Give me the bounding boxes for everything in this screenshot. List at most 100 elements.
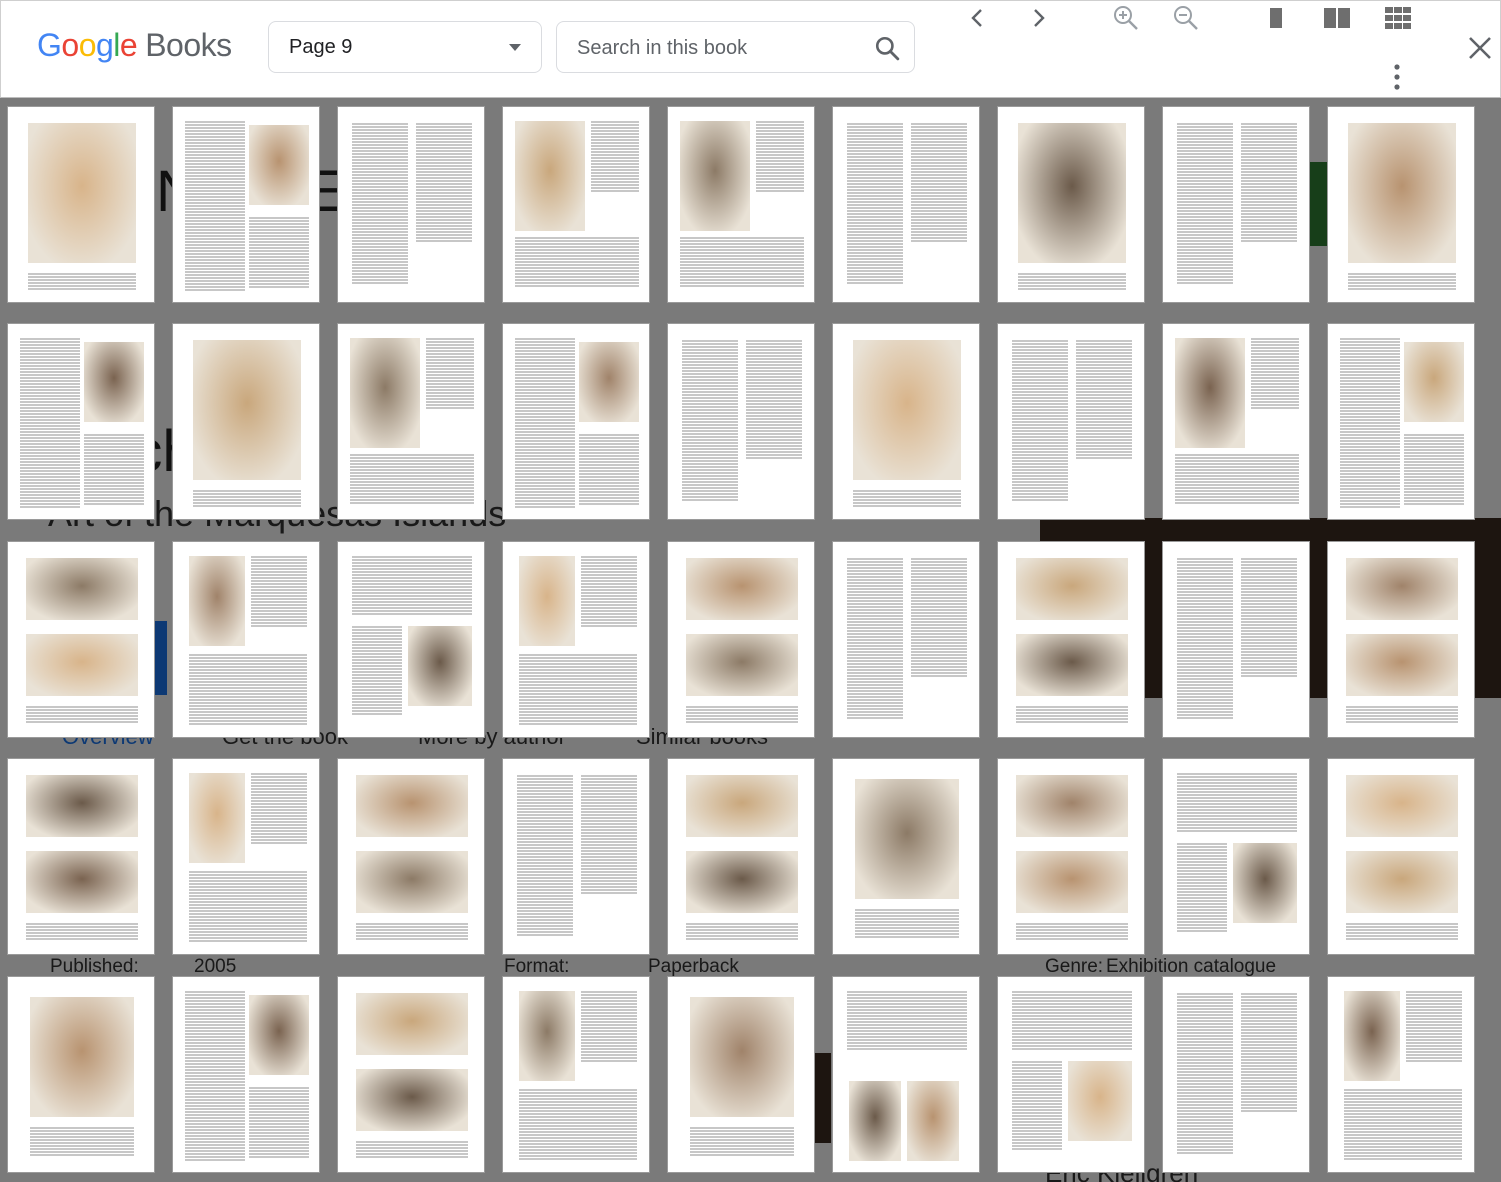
text-line <box>1076 361 1132 363</box>
page-thumbnail[interactable] <box>502 541 650 738</box>
page-thumbnail[interactable] <box>172 758 320 955</box>
page-thumbnail[interactable] <box>337 976 485 1173</box>
text-line <box>746 418 802 420</box>
text-line <box>185 184 245 186</box>
google-books-logo[interactable]: Google Books <box>37 27 232 64</box>
text-line <box>249 1108 309 1110</box>
page-thumbnail[interactable] <box>832 323 980 520</box>
single-page-view-button[interactable] <box>1261 3 1291 33</box>
page-thumbnail[interactable] <box>1162 541 1310 738</box>
page-thumbnail[interactable] <box>337 323 485 520</box>
page-thumbnail[interactable] <box>832 976 980 1173</box>
text-line <box>251 556 307 558</box>
text-line <box>185 1027 245 1029</box>
page-image <box>356 1069 468 1131</box>
text-line <box>1175 490 1299 492</box>
text-line <box>189 705 307 707</box>
page-thumbnail[interactable] <box>7 758 155 955</box>
page-thumbnail[interactable] <box>1327 976 1475 1173</box>
close-icon[interactable] <box>1465 33 1495 63</box>
text-line <box>1012 1021 1132 1023</box>
text-line <box>352 255 408 257</box>
text-line <box>1177 228 1233 230</box>
page-thumbnail[interactable] <box>667 976 815 1173</box>
text-line <box>416 192 472 194</box>
page-thumbnail[interactable] <box>667 106 815 303</box>
page-thumbnail[interactable] <box>667 323 815 520</box>
text-line <box>1340 485 1400 487</box>
text-line <box>1251 395 1299 397</box>
page-thumbnail[interactable] <box>502 758 650 955</box>
text-line <box>1177 864 1227 866</box>
text-line <box>847 168 903 170</box>
text-line <box>1177 830 1297 832</box>
next-page-button[interactable] <box>1023 3 1053 33</box>
text-line <box>1404 482 1464 484</box>
page-thumbnail[interactable] <box>172 976 320 1173</box>
text-line <box>515 240 639 242</box>
text-line <box>251 794 307 796</box>
text-line <box>746 427 802 429</box>
text-line <box>847 663 903 665</box>
text-line <box>682 484 738 486</box>
page-thumbnail[interactable] <box>997 541 1145 738</box>
text-line <box>517 901 573 903</box>
text-line <box>1346 929 1458 931</box>
page-thumbnail[interactable] <box>1327 323 1475 520</box>
page-thumbnail[interactable] <box>502 323 650 520</box>
page-thumbnail[interactable] <box>337 541 485 738</box>
text-line <box>251 791 307 793</box>
page-thumbnail[interactable] <box>172 323 320 520</box>
text-line <box>515 386 575 388</box>
page-thumbnail[interactable] <box>667 758 815 955</box>
text-line <box>1012 499 1068 501</box>
zoom-out-button[interactable] <box>1171 3 1201 33</box>
two-page-view-button[interactable] <box>1322 3 1352 33</box>
page-selector-dropdown[interactable]: Page 9 <box>268 21 542 73</box>
page-thumbnail[interactable] <box>1327 541 1475 738</box>
zoom-in-button[interactable] <box>1111 3 1141 33</box>
page-thumbnail[interactable] <box>1327 758 1475 955</box>
text-line <box>26 938 138 940</box>
page-thumbnail[interactable] <box>1327 106 1475 303</box>
page-thumbnail[interactable] <box>832 758 980 955</box>
text-line <box>1177 198 1233 200</box>
page-thumbnail[interactable] <box>1162 106 1310 303</box>
page-thumbnail[interactable] <box>1162 758 1310 955</box>
text-line <box>185 1075 245 1077</box>
page-thumbnail[interactable] <box>997 323 1145 520</box>
page-thumbnail[interactable] <box>502 976 650 1173</box>
text-line <box>1177 570 1233 572</box>
text-line <box>581 811 637 813</box>
page-thumbnail[interactable] <box>7 976 155 1173</box>
page-thumbnail[interactable] <box>337 106 485 303</box>
page-thumbnail[interactable] <box>1162 976 1310 1173</box>
previous-page-button[interactable] <box>963 3 993 33</box>
text-line <box>847 1045 967 1047</box>
page-thumbnail[interactable] <box>667 541 815 738</box>
page-thumbnail[interactable] <box>1162 323 1310 520</box>
text-line <box>1404 473 1464 475</box>
page-thumbnail[interactable] <box>502 106 650 303</box>
page-thumbnail[interactable] <box>337 758 485 955</box>
page-thumbnail[interactable] <box>832 541 980 738</box>
search-in-book-input[interactable] <box>575 34 869 62</box>
page-thumbnail[interactable] <box>7 323 155 520</box>
search-icon[interactable] <box>874 35 900 61</box>
page-thumbnail[interactable] <box>172 541 320 738</box>
text-line <box>581 883 637 885</box>
page-thumbnail[interactable] <box>997 758 1145 955</box>
text-line <box>579 497 639 499</box>
page-thumbnail[interactable] <box>7 106 155 303</box>
page-thumbnail[interactable] <box>997 976 1145 1173</box>
page-thumbnail[interactable] <box>172 106 320 303</box>
text-line <box>581 1024 637 1026</box>
page-thumbnail[interactable] <box>7 541 155 738</box>
page-thumbnail[interactable] <box>832 106 980 303</box>
page-thumbnail[interactable] <box>997 106 1145 303</box>
text-line <box>581 889 637 891</box>
search-in-book[interactable] <box>556 21 915 73</box>
more-vert-icon[interactable] <box>1387 63 1407 91</box>
text-line <box>1177 1011 1233 1013</box>
grid-view-button[interactable] <box>1383 3 1413 33</box>
